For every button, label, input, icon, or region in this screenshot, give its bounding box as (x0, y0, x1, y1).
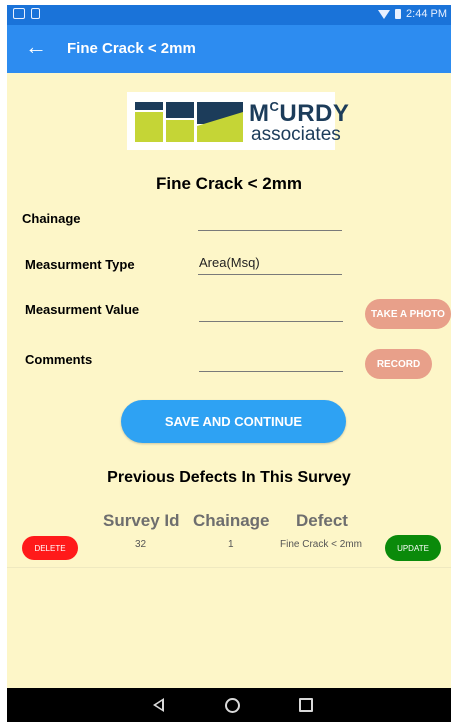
main-content: MCURDY associates Fine Crack < 2mm Chain… (7, 73, 451, 688)
delete-button[interactable]: DELETE (22, 536, 78, 560)
status-right: 2:44 PM (378, 8, 447, 20)
app-bar-title: Fine Crack < 2mm (67, 40, 196, 57)
take-photo-button[interactable]: TAKE A PHOTO (365, 299, 451, 329)
system-nav-bar (7, 688, 451, 722)
measurement-value-label: Measurment Value (25, 302, 140, 317)
row-defect: Fine Crack < 2mm (280, 539, 362, 550)
chainage-input[interactable] (198, 211, 342, 231)
sim-notification-icon (31, 8, 40, 19)
update-button[interactable]: UPDATE (385, 535, 441, 561)
row-divider (7, 567, 451, 568)
row-chainage: 1 (228, 539, 234, 550)
nav-recent-icon[interactable] (299, 698, 313, 712)
header-chainage: Chainage (193, 511, 270, 530)
previous-defects-title: Previous Defects In This Survey (107, 469, 351, 486)
wifi-icon (378, 9, 391, 19)
comments-label: Comments (25, 352, 93, 367)
header-defect: Defect (296, 511, 348, 530)
nav-home-icon[interactable] (225, 698, 240, 713)
arrow-left-icon[interactable]: ← (25, 35, 47, 59)
measurement-type-label: Measurment Type (25, 257, 135, 272)
image-notification-icon (13, 8, 25, 19)
chainage-label: Chainage (22, 211, 81, 226)
logo-brand-subtitle: associates (251, 124, 341, 145)
company-logo: MCURDY associates (127, 92, 349, 150)
save-and-continue-button[interactable]: SAVE AND CONTINUE (121, 400, 346, 443)
app-frame: 2:44 PM ← Fine Crack < 2mm MCURDY associ… (7, 5, 451, 722)
record-button[interactable]: RECORD (365, 349, 432, 379)
app-bar: ← Fine Crack < 2mm (7, 25, 451, 73)
header-survey-id: Survey Id (103, 511, 180, 530)
measurement-type-select[interactable]: Area(Msq) (198, 255, 342, 275)
battery-icon (395, 9, 402, 19)
comments-input[interactable] (199, 352, 343, 372)
nav-back-icon[interactable] (153, 698, 164, 712)
status-time: 2:44 PM (406, 8, 447, 20)
measurement-value-input[interactable] (199, 302, 343, 322)
form-title: Fine Crack < 2mm (156, 174, 302, 193)
notification-icons (13, 8, 40, 19)
row-survey-id: 32 (135, 539, 147, 550)
logo-bars-graphic (135, 102, 243, 142)
status-bar: 2:44 PM (7, 5, 451, 25)
